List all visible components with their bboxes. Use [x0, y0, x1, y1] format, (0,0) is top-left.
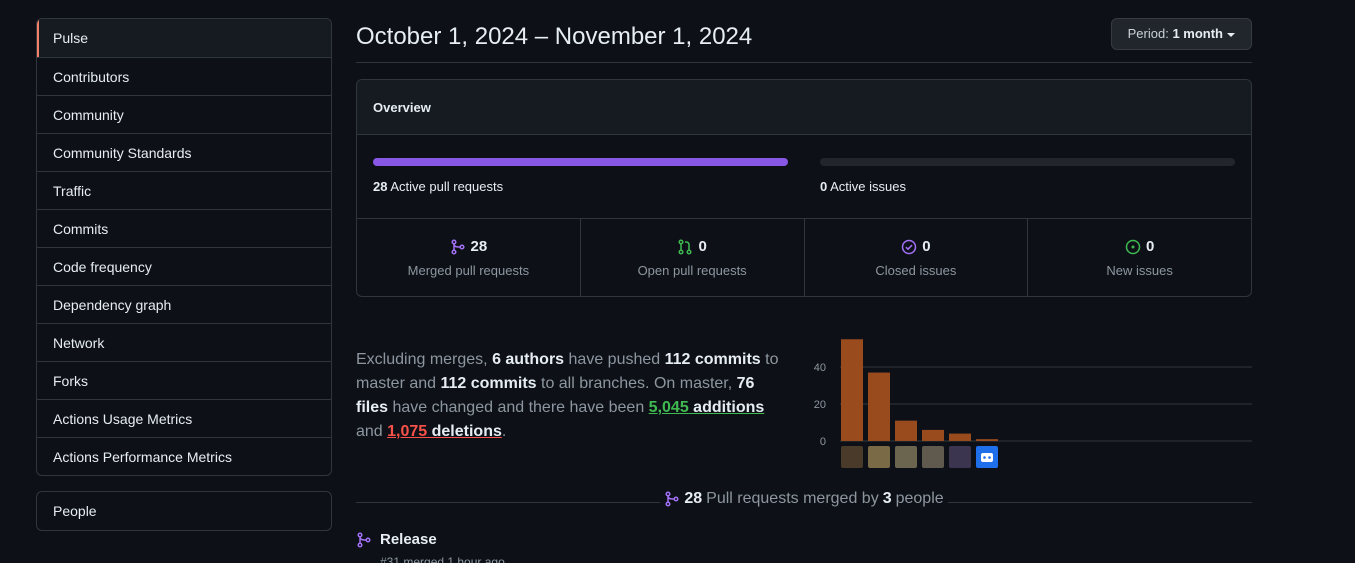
new-issues-label: New issues	[1106, 262, 1173, 278]
merged-pr-count: 28	[684, 490, 703, 507]
issue-opened-icon	[1125, 239, 1141, 254]
contributor-avatar[interactable]	[949, 446, 971, 468]
period-prefix: Period:	[1127, 26, 1169, 41]
sidebar-item-community-standards[interactable]: Community Standards	[37, 133, 331, 171]
sidebar-item-traffic[interactable]: Traffic	[37, 171, 331, 209]
merged-pr-title[interactable]: Release	[380, 531, 437, 548]
page-title: October 1, 2024 – November 1, 2024	[356, 23, 753, 50]
overview-heading: Overview	[357, 80, 1251, 135]
stat-closed-issues[interactable]: 0 Closed issues	[803, 219, 1028, 296]
pull-request-icon	[678, 238, 693, 255]
merged-pr-meta: #31 merged 1 hour ago	[380, 555, 505, 563]
commits-chart-svg: 0 20 40	[814, 339, 1252, 468]
merge-icon	[357, 531, 371, 548]
deletions-number: 1,075	[387, 423, 428, 440]
sidebar-item-people[interactable]: People	[37, 492, 331, 530]
bar[interactable]	[868, 372, 890, 441]
bar[interactable]	[976, 439, 998, 441]
stat-new-issues[interactable]: 0 New issues	[1027, 219, 1251, 296]
commits-by-author-chart: 0 20 40	[808, 330, 1252, 470]
active-issues-count: 0	[820, 179, 828, 194]
sidebar-item-commits[interactable]: Commits	[37, 209, 331, 247]
all-commits-count: 112 commits	[440, 375, 537, 392]
deletions-word: deletions	[427, 423, 502, 440]
summary-text: to all branches. On master,	[536, 375, 737, 392]
insights-sidebar: Pulse Contributors Community Community S…	[36, 18, 332, 476]
overview-stats: 28 Merged pull requests 0 Open pull requ…	[357, 219, 1251, 296]
overview-box: Overview 28 Active pull requests 0 Activ…	[356, 79, 1252, 297]
merged-label: Merged pull requests	[407, 262, 530, 278]
authors-count: 6 authors	[492, 351, 565, 368]
bar[interactable]	[922, 429, 944, 441]
sidebar-item-community[interactable]: Community	[37, 95, 331, 133]
summary-text: have changed and there have been	[388, 399, 649, 416]
merged-count: 28	[470, 238, 488, 255]
header-divider	[356, 62, 1252, 63]
overview-activity-bars: 28 Active pull requests 0 Active issues	[357, 135, 1251, 219]
sidebar-item-contributors[interactable]: Contributors	[37, 57, 331, 95]
active-pull-requests-label: Active pull requests	[390, 179, 504, 194]
y-tick-label: 40	[814, 362, 826, 374]
active-pull-requests-count: 28	[373, 179, 388, 194]
additions-number: 5,045	[648, 399, 689, 416]
bar[interactable]	[841, 339, 863, 441]
sidebar-item-actions-performance-metrics[interactable]: Actions Performance Metrics	[37, 437, 331, 475]
additions-count: 5,045 additions	[649, 399, 765, 416]
deletions-count: 1,075 deletions	[387, 423, 502, 440]
sidebar-item-pulse[interactable]: Pulse	[37, 19, 331, 57]
closed-issues-label: Closed issues	[875, 262, 957, 278]
commit-summary: Excluding merges, 6 authors have pushed …	[356, 348, 786, 444]
merged-summary: 28 Pull requests merged by 3 people	[356, 490, 1252, 510]
merged-people-count: 3	[882, 490, 892, 507]
merge-icon	[665, 491, 679, 507]
active-issues-label: Active issues	[830, 179, 907, 194]
sidebar-item-code-frequency[interactable]: Code frequency	[37, 247, 331, 285]
insights-sidebar-secondary: People	[36, 491, 332, 531]
summary-text: and	[356, 423, 388, 440]
merged-text: Pull requests merged by	[706, 490, 879, 507]
contributor-avatar[interactable]	[868, 446, 890, 468]
summary-text: have pushed	[564, 351, 665, 368]
summary-text: .	[501, 423, 507, 440]
additions-word: additions	[688, 399, 765, 416]
new-issues-count: 0	[1145, 238, 1155, 255]
sidebar-item-forks[interactable]: Forks	[37, 361, 331, 399]
bot-icon	[981, 453, 993, 462]
pull-requests-progress-fill	[373, 158, 788, 166]
summary-text: Excluding merges,	[356, 351, 493, 368]
bot-eye	[983, 456, 986, 459]
period-value: 1 month	[1172, 26, 1223, 41]
bot-eye	[988, 456, 991, 459]
bar[interactable]	[895, 420, 917, 441]
open-pr-count: 0	[698, 238, 707, 255]
sidebar-item-actions-usage-metrics[interactable]: Actions Usage Metrics	[37, 399, 331, 437]
merged-pr-item: Release #31 merged 1 hour ago	[356, 531, 505, 563]
open-pr-label: Open pull requests	[637, 262, 747, 278]
contributor-avatar[interactable]	[841, 446, 863, 468]
sidebar-item-network[interactable]: Network	[37, 323, 331, 361]
caret-down-icon	[1227, 32, 1235, 37]
contributor-avatar[interactable]	[895, 446, 917, 468]
y-tick-label: 0	[820, 436, 826, 448]
stat-merged-pull-requests[interactable]: 28 Merged pull requests	[357, 219, 580, 296]
merge-icon	[450, 238, 465, 255]
merged-text: people	[895, 490, 944, 507]
y-tick-label: 20	[814, 399, 826, 411]
sidebar-item-dependency-graph[interactable]: Dependency graph	[37, 285, 331, 323]
master-commits-count: 112 commits	[664, 351, 761, 368]
active-issues-link[interactable]: 0 Active issues	[820, 179, 906, 194]
pull-requests-progress-bar[interactable]	[373, 158, 788, 166]
bar[interactable]	[949, 433, 971, 441]
contributor-avatar[interactable]	[922, 446, 944, 468]
issue-closed-icon	[901, 239, 917, 254]
period-selector-button[interactable]: Period: 1 month	[1110, 18, 1252, 50]
stat-open-pull-requests[interactable]: 0 Open pull requests	[579, 219, 804, 296]
closed-issues-count: 0	[922, 238, 931, 255]
active-pull-requests-link[interactable]: 28 Active pull requests	[373, 179, 503, 194]
issues-progress-bar[interactable]	[820, 158, 1235, 166]
